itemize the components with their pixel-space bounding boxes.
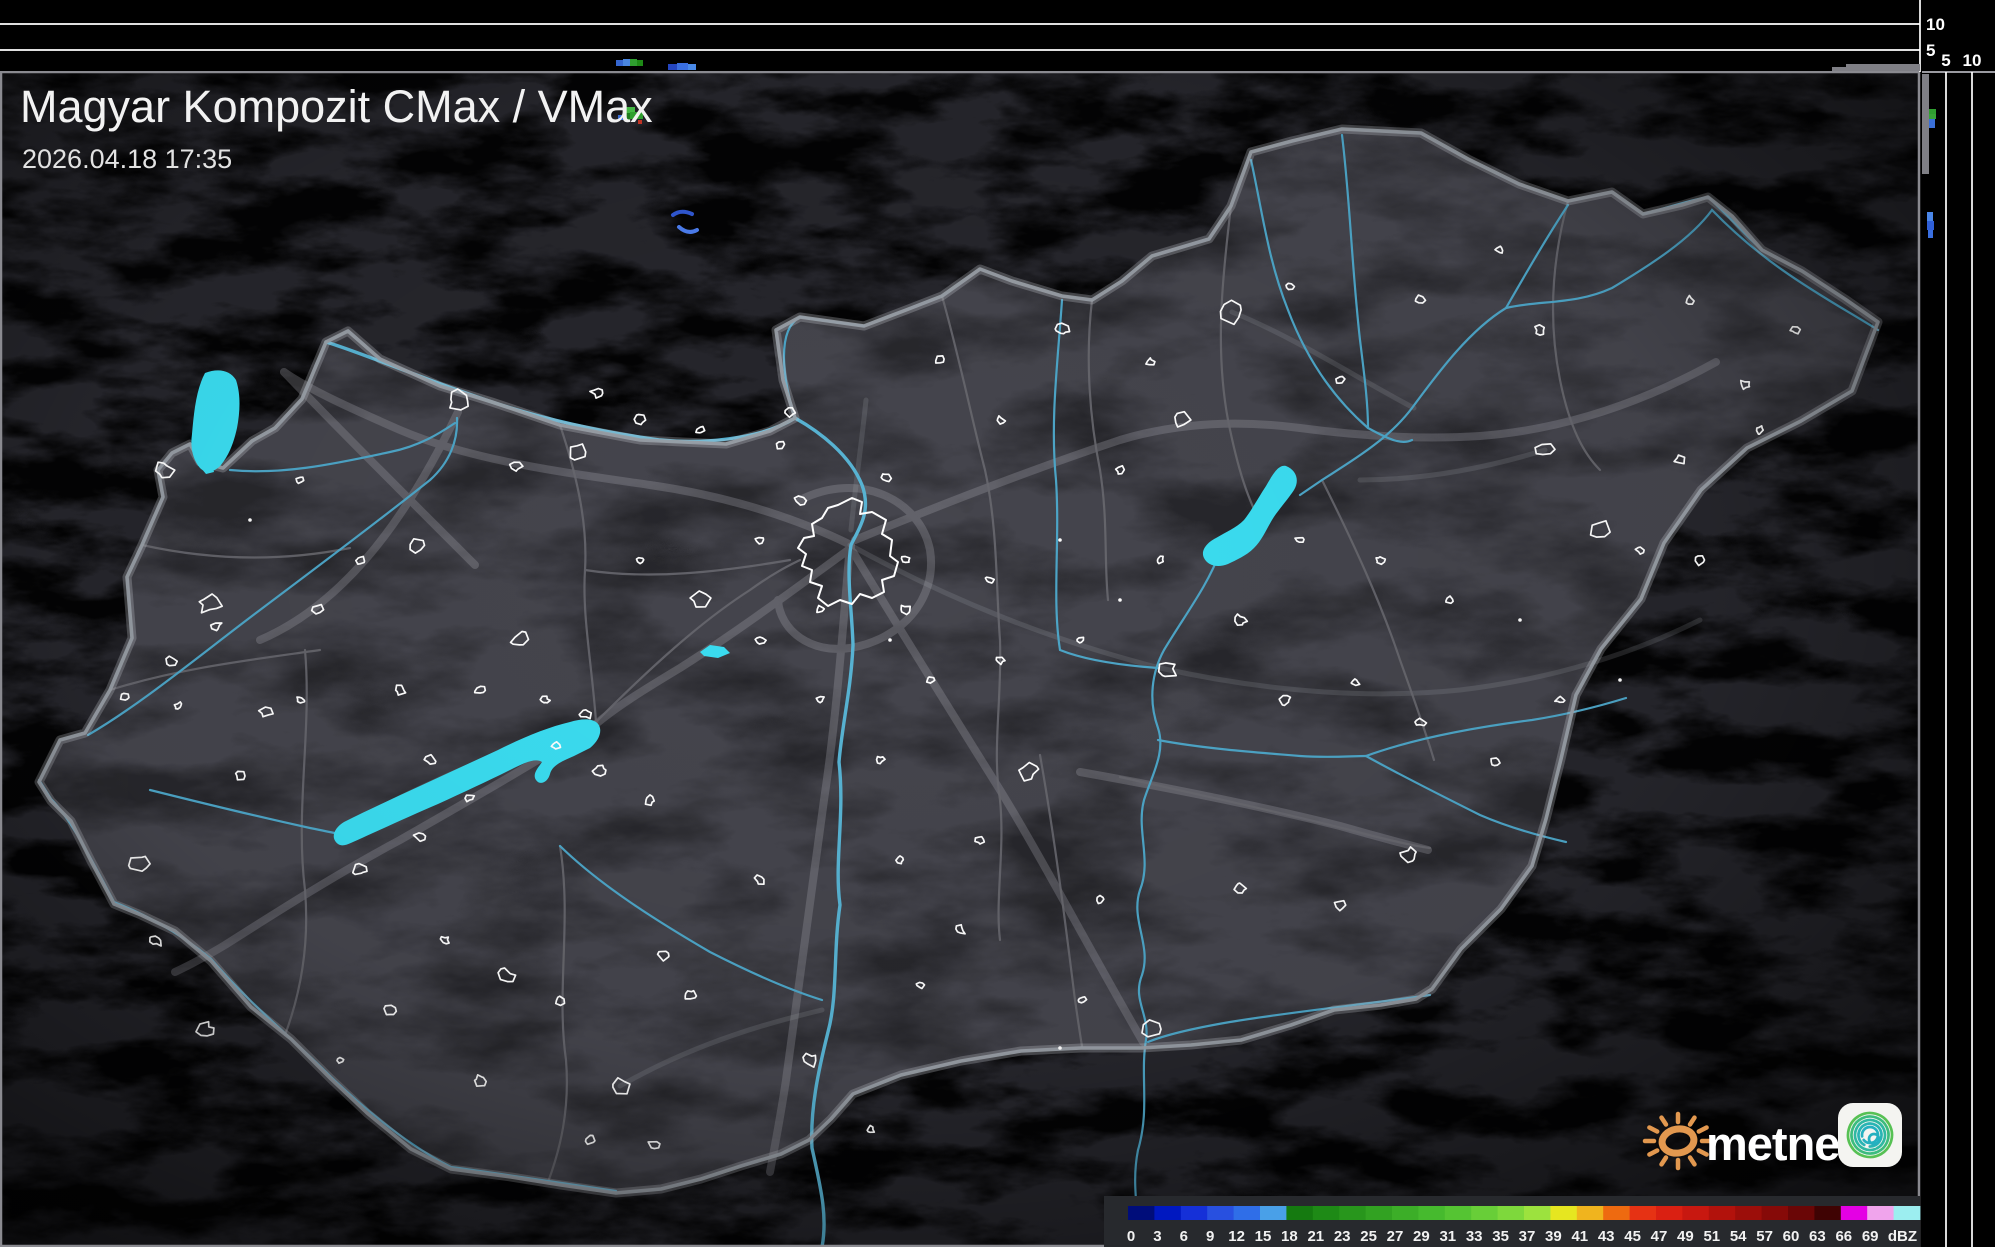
legend-swatch [1418, 1206, 1446, 1220]
legend-tick-label: 49 [1677, 1228, 1694, 1245]
legend-unit-label: dBZ [1888, 1228, 1917, 1245]
legend-swatch [1497, 1206, 1525, 1220]
legend-swatch [1603, 1206, 1630, 1220]
legend-swatch [1128, 1206, 1155, 1220]
radar-composite-screen: 10 5 5 10 Magyar Kompozit CMax / VMax 20… [0, 0, 1995, 1247]
legend-tick-label: 51 [1703, 1228, 1720, 1245]
legend-swatch [1154, 1206, 1182, 1220]
legend-swatch [1867, 1206, 1894, 1220]
legend-tick-label: 39 [1545, 1228, 1562, 1245]
radar-echo [668, 64, 677, 70]
legend-swatch [1708, 1206, 1736, 1220]
legend-tick-label: 33 [1466, 1228, 1483, 1245]
legend-tick-label: 31 [1439, 1228, 1456, 1245]
legend-tick-label: 6 [1180, 1228, 1188, 1245]
reflectivity-legend: 0 3 6 9 12 15 18 21 23 25 27 29 31 33 35 37 39 41 43 45 47 49… [1104, 1196, 1921, 1247]
legend-swatch [1180, 1206, 1208, 1220]
profile-top-bg [0, 0, 1995, 71]
legend-tick-label: 57 [1756, 1228, 1773, 1245]
legend-tick-label: 23 [1334, 1228, 1351, 1245]
legend-tick-label: 21 [1307, 1228, 1324, 1245]
legend-tick-label: 54 [1730, 1228, 1747, 1245]
height-label-5: 5 [1926, 41, 1935, 60]
radar-echo [616, 60, 623, 66]
legend-swatch [1735, 1206, 1762, 1220]
legend-swatch [1788, 1206, 1815, 1220]
radar-echo [1927, 221, 1934, 230]
legend-swatch [1471, 1206, 1498, 1220]
legend-swatch [1576, 1206, 1604, 1220]
legend-swatch [1312, 1206, 1340, 1220]
legend-swatch [1444, 1206, 1472, 1220]
radar-echo [1928, 230, 1933, 238]
legend-swatch [1761, 1206, 1789, 1220]
legend-tick-label: 66 [1835, 1228, 1852, 1245]
legend-swatch [1840, 1206, 1868, 1220]
legend-swatch [1550, 1206, 1578, 1220]
legend-tick-label: 12 [1228, 1228, 1245, 1245]
legend-swatch [1260, 1206, 1287, 1220]
legend-swatch [1392, 1206, 1419, 1220]
legend-swatch [1656, 1206, 1683, 1220]
legend-tick-label: 15 [1255, 1228, 1272, 1245]
terrain-profile-right [1922, 74, 1929, 174]
radar-echo [677, 63, 688, 70]
legend-tick-label: 25 [1360, 1228, 1377, 1245]
profile-top-strip: 10 5 [0, 0, 1995, 72]
page-title: Magyar Kompozit CMax / VMax [20, 81, 653, 132]
height-label-10: 10 [1926, 15, 1945, 34]
legend-swatch [1286, 1206, 1314, 1220]
legend-tick-label: 45 [1624, 1228, 1641, 1245]
map-area [0, 72, 1920, 1247]
radar-map-canvas: 10 5 5 10 Magyar Kompozit CMax / VMax 20… [0, 0, 1995, 1247]
legend-swatch [1339, 1206, 1366, 1220]
edge-vignette [0, 72, 1920, 1247]
radar-echo [630, 59, 637, 66]
legend-tick-label: 9 [1206, 1228, 1214, 1245]
radar-echo [637, 60, 643, 66]
legend-swatch [1233, 1206, 1261, 1220]
legend-tick-label: 35 [1492, 1228, 1509, 1245]
legend-swatch [1814, 1206, 1842, 1220]
legend-tick-label: 0 [1127, 1228, 1135, 1245]
legend-tick-label: 29 [1413, 1228, 1430, 1245]
legend-tick-label: 41 [1571, 1228, 1588, 1245]
legend-swatch [1207, 1206, 1234, 1220]
radar-echo [1929, 119, 1935, 128]
legend-tick-label: 3 [1153, 1228, 1161, 1245]
radar-echo [623, 59, 630, 66]
legend-swatch [1893, 1206, 1921, 1220]
legend-tick-label: 18 [1281, 1228, 1298, 1245]
terrain-profile-top-step [1832, 67, 1848, 71]
radar-echo [1929, 114, 1936, 119]
legend-swatch [1629, 1206, 1657, 1220]
legend-tick-label: 43 [1598, 1228, 1615, 1245]
radar-echo [1927, 212, 1933, 221]
terrain-profile-top [1846, 64, 1920, 71]
brand-wordmark: metnet [1706, 1117, 1855, 1170]
legend-tick-label: 27 [1387, 1228, 1404, 1245]
height-label-right-5: 5 [1941, 51, 1950, 70]
radar-echo [688, 64, 696, 70]
legend-swatch [1365, 1206, 1393, 1220]
legend-tick-label: 60 [1783, 1228, 1800, 1245]
legend-tick-label: 37 [1519, 1228, 1536, 1245]
legend-tick-label: 69 [1862, 1228, 1879, 1245]
profile-right-bg [1921, 71, 1995, 1247]
legend-tick-label: 63 [1809, 1228, 1826, 1245]
radar-echo [1929, 109, 1936, 114]
timestamp: 2026.04.18 17:35 [22, 144, 232, 174]
legend-swatch [1682, 1206, 1710, 1220]
height-label-right-10: 10 [1963, 51, 1982, 70]
legend-swatch [1524, 1206, 1551, 1220]
legend-tick-label: 47 [1651, 1228, 1668, 1245]
